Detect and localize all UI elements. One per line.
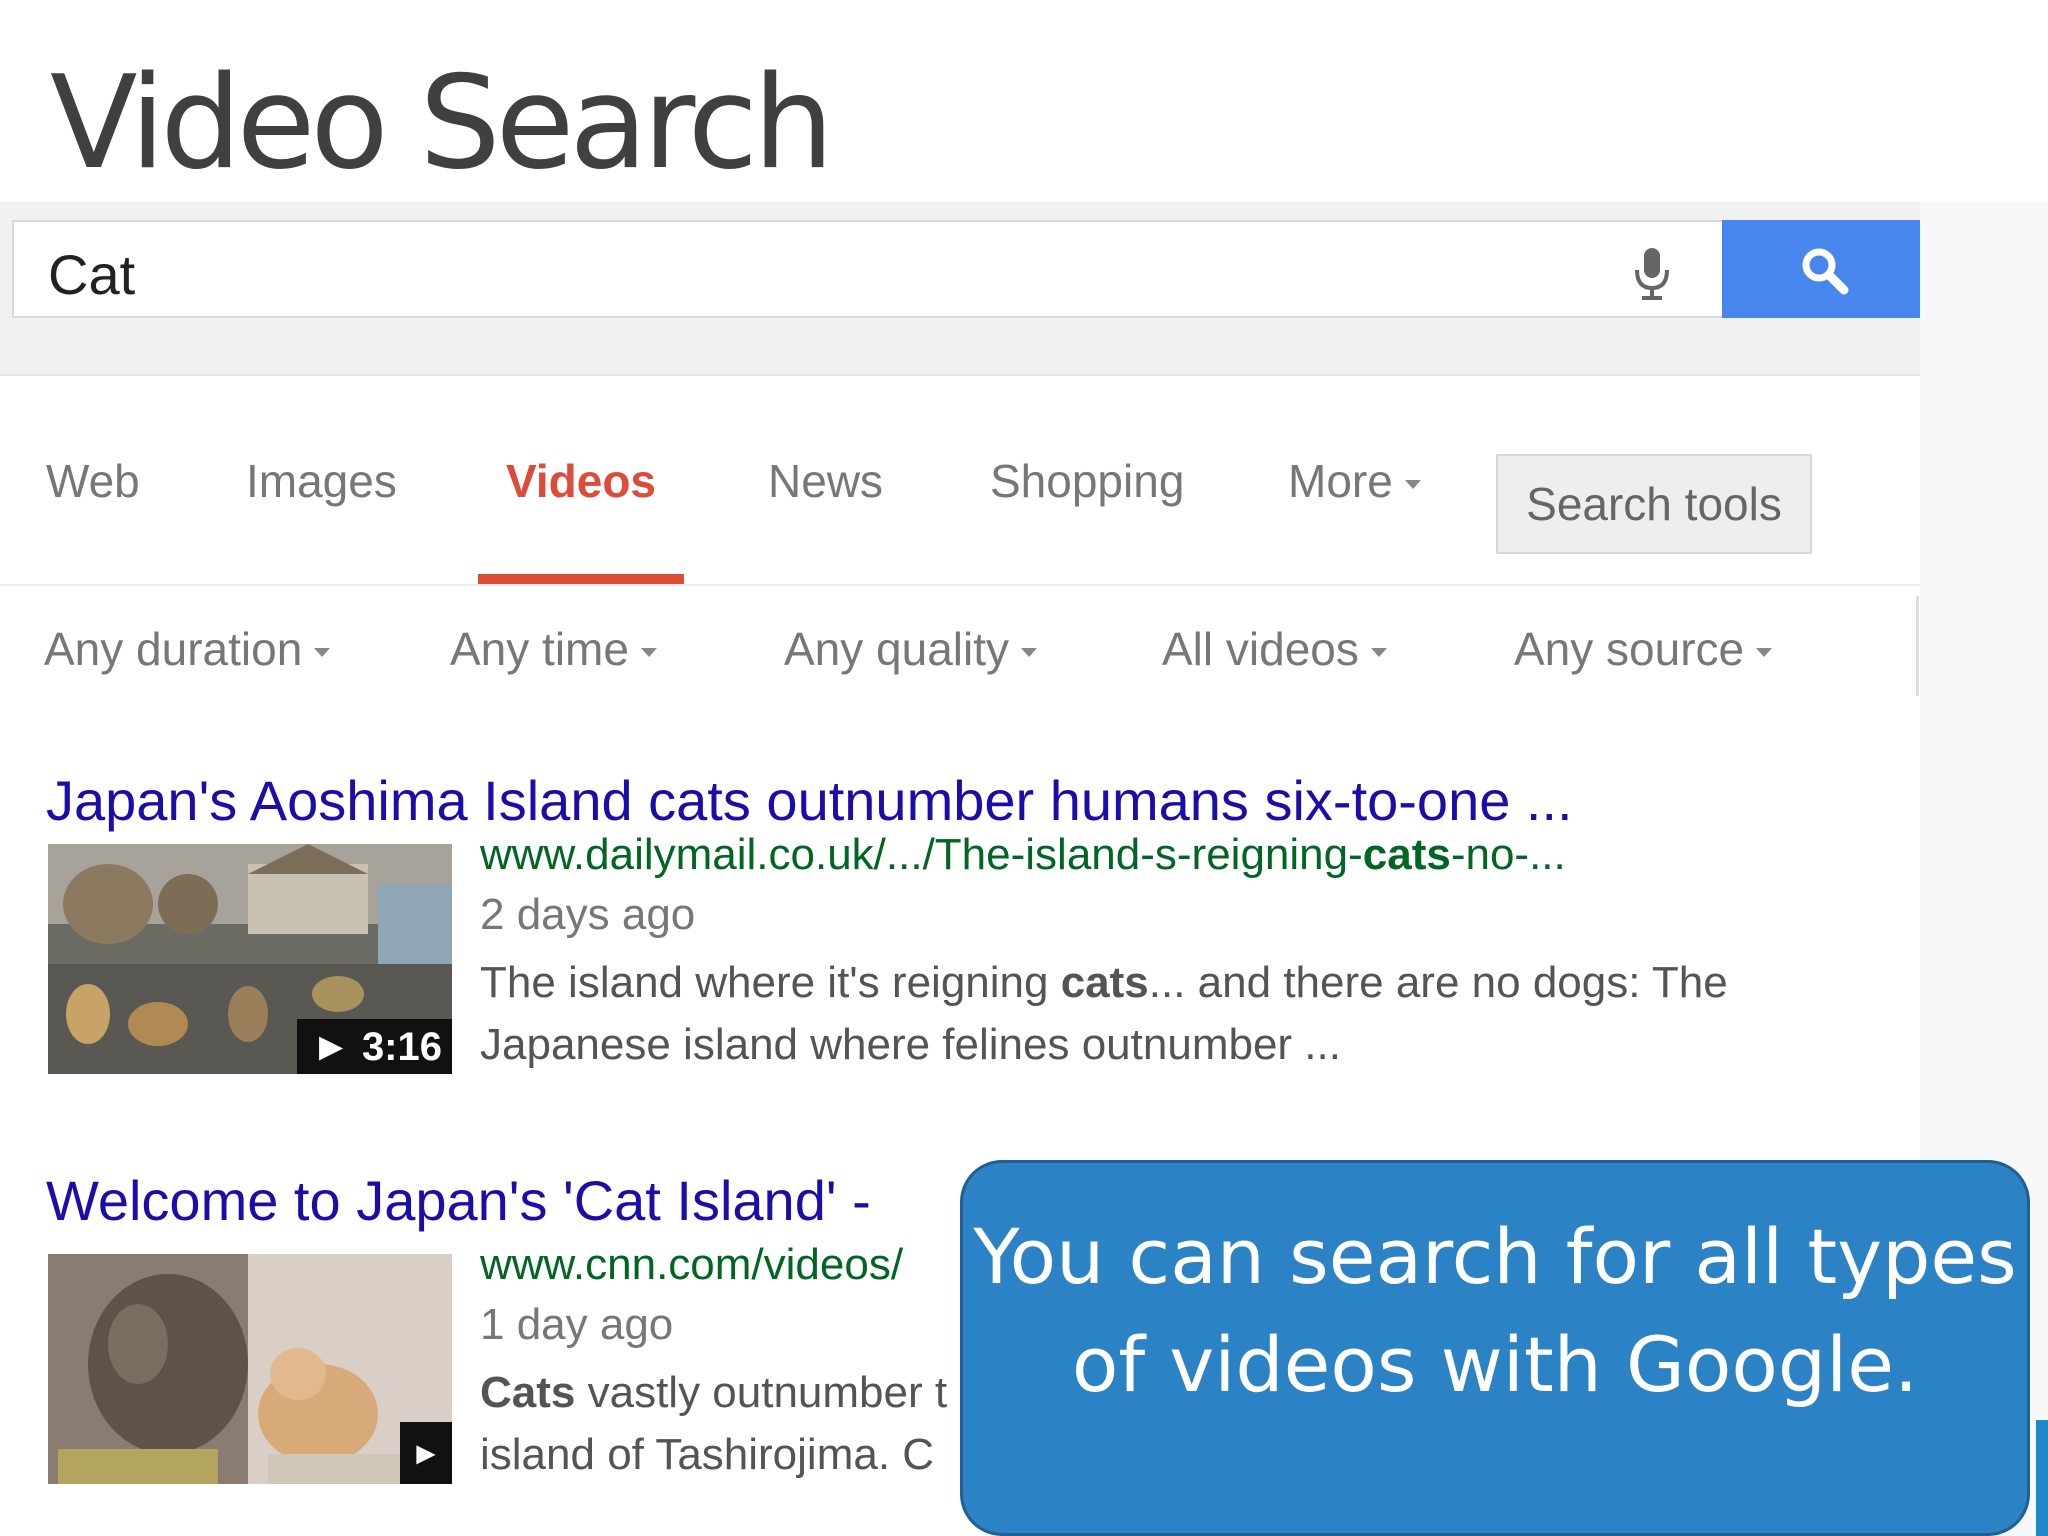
filter-label: Any duration (44, 623, 303, 675)
search-bar-area: Cat (0, 202, 1920, 376)
snippet-text: The island where it's reigning (480, 958, 1061, 1007)
tab-videos[interactable]: Videos (506, 454, 656, 508)
filter-label: Any quality (784, 623, 1010, 675)
snippet-text: ... and there are no dogs: The (1148, 958, 1728, 1007)
result-url: www.cnn.com/videos/ (480, 1240, 904, 1289)
search-result: Japan's Aoshima Island cats outnumber hu… (0, 768, 1920, 1098)
filter-label: All videos (1162, 623, 1359, 675)
result-date: 1 day ago (480, 1300, 674, 1349)
search-input[interactable]: Cat (12, 220, 1722, 318)
result-snippet: Cats vastly outnumber t island of Tashir… (480, 1362, 947, 1486)
chevron-down-icon (640, 648, 657, 658)
video-filters: Any duration Any time Any quality All vi… (0, 602, 1920, 682)
microphone-icon[interactable] (1632, 246, 1672, 302)
chevron-down-icon (1370, 648, 1387, 658)
tab-shopping[interactable]: Shopping (990, 454, 1184, 508)
filter-duration[interactable]: Any duration (44, 622, 331, 676)
tab-news[interactable]: News (768, 454, 883, 508)
search-tools-button[interactable]: Search tools (1496, 454, 1812, 554)
tab-images[interactable]: Images (246, 454, 397, 508)
video-duration: ► 3:16 (297, 1019, 452, 1074)
filter-time[interactable]: Any time (450, 622, 657, 676)
chevron-down-icon (1756, 648, 1773, 658)
url-highlight: cats (1362, 830, 1451, 879)
result-title-link[interactable]: Japan's Aoshima Island cats outnumber hu… (46, 768, 1573, 833)
snippet-line: Japanese island where felines outnumber … (480, 1020, 1341, 1069)
filter-label: Any source (1514, 623, 1745, 675)
thumbnail-image (48, 1254, 452, 1484)
filter-videos[interactable]: All videos (1162, 622, 1387, 676)
filter-source[interactable]: Any source (1514, 622, 1773, 676)
search-query-text: Cat (48, 243, 136, 306)
url-part: -no-... (1450, 830, 1566, 879)
url-part: www.dailymail.co.uk/.../The-island-s-rei… (480, 830, 1363, 879)
tab-more-label: More (1288, 455, 1393, 507)
tab-web[interactable]: Web (46, 454, 140, 508)
filter-label: Any time (450, 623, 629, 675)
result-date: 2 days ago (480, 890, 696, 939)
slide-title: Video Search (50, 49, 834, 198)
tab-more[interactable]: More (1288, 454, 1421, 508)
snippet-line: The island where it's reigning cats... a… (480, 952, 1728, 1014)
slide-accent-bar (2036, 1420, 2048, 1536)
chevron-down-icon (314, 648, 331, 658)
chevron-down-icon (1021, 648, 1038, 658)
snippet-line: island of Tashirojima. C (480, 1430, 935, 1479)
result-snippet: The island where it's reigning cats... a… (480, 952, 1728, 1076)
search-icon (1802, 248, 1849, 295)
chevron-down-icon (1404, 480, 1421, 490)
snippet-highlight: Cats (480, 1368, 576, 1417)
video-thumbnail[interactable]: ► 3:16 (48, 844, 452, 1074)
active-tab-indicator (478, 574, 684, 584)
play-icon: ► (400, 1422, 452, 1484)
snippet-highlight: cats (1060, 958, 1149, 1007)
result-url: www.dailymail.co.uk/.../The-island-s-rei… (480, 830, 1566, 880)
snippet-text: vastly outnumber t (575, 1368, 948, 1417)
result-title-link[interactable]: Welcome to Japan's 'Cat Island' - (46, 1168, 871, 1233)
callout-box: You can search for all types of videos w… (960, 1160, 2030, 1536)
search-button[interactable] (1722, 220, 1920, 318)
snippet-line: Cats vastly outnumber t (480, 1362, 947, 1424)
video-thumbnail[interactable]: ► (48, 1254, 452, 1484)
filter-quality[interactable]: Any quality (784, 622, 1038, 676)
